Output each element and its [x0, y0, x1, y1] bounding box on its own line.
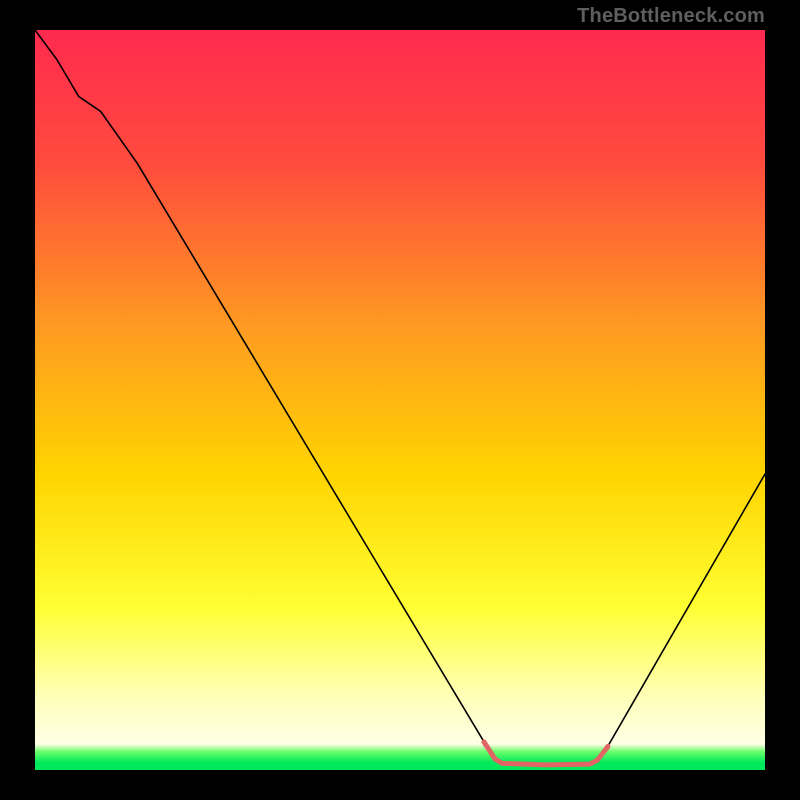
bottleneck-chart [35, 30, 765, 770]
chart-frame: TheBottleneck.com [0, 0, 800, 800]
plot-area [35, 30, 765, 770]
watermark-text: TheBottleneck.com [577, 5, 765, 28]
gradient-background [35, 30, 765, 770]
